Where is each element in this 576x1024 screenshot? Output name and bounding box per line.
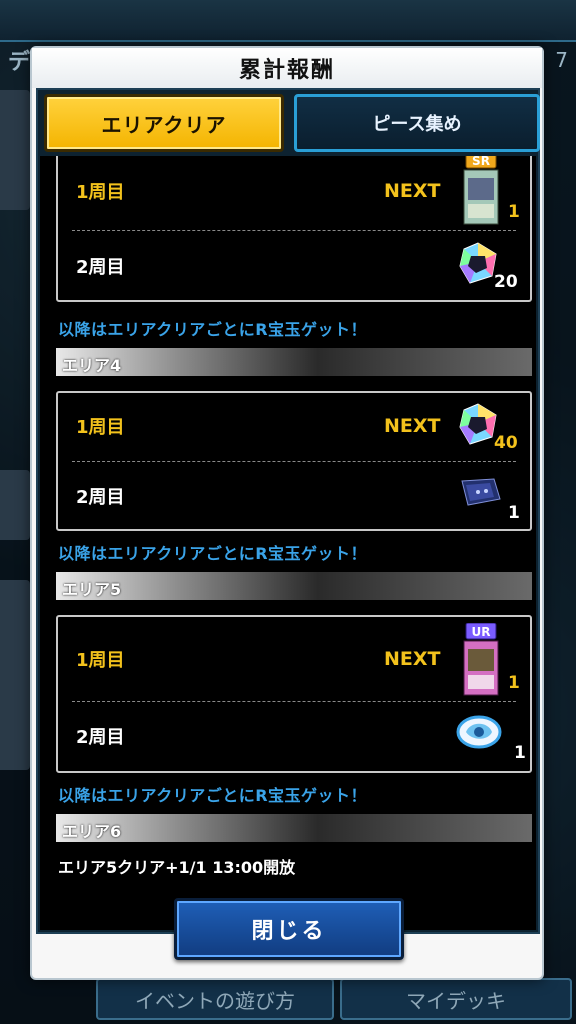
sr-card-icon: SR (462, 156, 500, 230)
area-header-label: エリア4 (62, 356, 122, 375)
close-button-label: 閉じる (251, 919, 327, 944)
background-howto-button: イベントの遊び方 (96, 978, 334, 1020)
next-indicator: NEXT (384, 180, 441, 202)
reward-quantity: 1 (508, 673, 520, 693)
lap-label: 2周目 (76, 727, 125, 748)
reward-quantity: 1 (514, 743, 526, 763)
modal-title: 累計報酬 (238, 58, 335, 83)
reward-scroll-area[interactable]: 1周目 NEXT SR 1 2周目 20 以降はエリアクリアごとにR宝玉ゲット！… (40, 156, 536, 930)
tab-piece-collect-label: ピース集め (372, 114, 462, 135)
row-divider (72, 230, 516, 231)
background-side-panel (0, 90, 30, 210)
bonus-note: 以降はエリアクリアごとにR宝玉ゲット！ (58, 544, 368, 563)
lap-label: 1周目 (76, 182, 125, 203)
sleeve-icon (458, 477, 502, 511)
reward-row: 1周目 NEXT UR 1 (58, 617, 530, 701)
icon-badge-icon (456, 713, 502, 755)
background-side-panel (0, 470, 30, 540)
modal-header: 累計報酬 (32, 48, 542, 88)
lap-label: 2周目 (76, 487, 125, 508)
reward-quantity: 1 (508, 503, 520, 523)
reward-row: 1周目 NEXT 40 (58, 393, 530, 459)
area-header: エリア4 (56, 348, 532, 376)
bonus-note: 以降はエリアクリアごとにR宝玉ゲット！ (58, 320, 368, 339)
lap-label: 1周目 (76, 650, 125, 671)
gem-icon (458, 403, 498, 449)
reward-panel: エリアクリア ピース集め 1周目 NEXT SR 1 2周目 20 以降はエリア… (36, 88, 540, 934)
background-top-bar (0, 0, 576, 42)
area-header: エリア5 (56, 572, 532, 600)
tab-piece-collect[interactable]: ピース集め (294, 94, 540, 152)
area-header-label: エリア5 (62, 580, 122, 599)
lap-label: 1周目 (76, 417, 125, 438)
tab-area-clear-label: エリアクリア (101, 112, 227, 137)
next-indicator: NEXT (384, 648, 441, 670)
gem-icon (458, 242, 498, 288)
next-indicator: NEXT (384, 415, 441, 437)
reward-row: 2周目 1 (58, 463, 530, 529)
row-divider (72, 701, 516, 702)
background-mydeck-button: マイデッキ (340, 978, 572, 1020)
rarity-label: UR (472, 625, 491, 639)
reward-box: 1周目 NEXT 40 2周目 1 (56, 391, 532, 531)
row-divider (72, 461, 516, 462)
lap-label: 2周目 (76, 257, 125, 278)
area-header-label: エリア6 (62, 822, 122, 841)
background-corner-number: 7 (555, 48, 568, 72)
area-header: エリア6 (56, 814, 532, 842)
bonus-note: 以降はエリアクリアごとにR宝玉ゲット！ (58, 786, 368, 805)
reward-box: 1周目 NEXT UR 1 2周目 1 (56, 615, 532, 773)
reward-row: 2周目 20 (58, 232, 530, 300)
close-button[interactable]: 閉じる (174, 898, 404, 960)
tab-area-clear[interactable]: エリアクリア (44, 94, 284, 152)
ur-card-icon: UR (462, 622, 500, 701)
cumulative-reward-modal: 累計報酬 エリアクリア ピース集め 1周目 NEXT SR 1 2周目 20 以… (30, 46, 544, 980)
reward-box: 1周目 NEXT SR 1 2周目 20 (56, 156, 532, 302)
background-side-panel (0, 580, 30, 770)
rarity-label: SR (472, 156, 490, 168)
unlock-condition: エリア5クリア+1/1 13:00開放 (58, 858, 296, 877)
reward-row: 2周目 1 (58, 703, 530, 769)
reward-quantity: 20 (494, 272, 518, 292)
reward-row: 1周目 NEXT SR 1 (58, 156, 530, 230)
reward-quantity: 1 (508, 202, 520, 222)
reward-quantity: 40 (494, 433, 518, 453)
